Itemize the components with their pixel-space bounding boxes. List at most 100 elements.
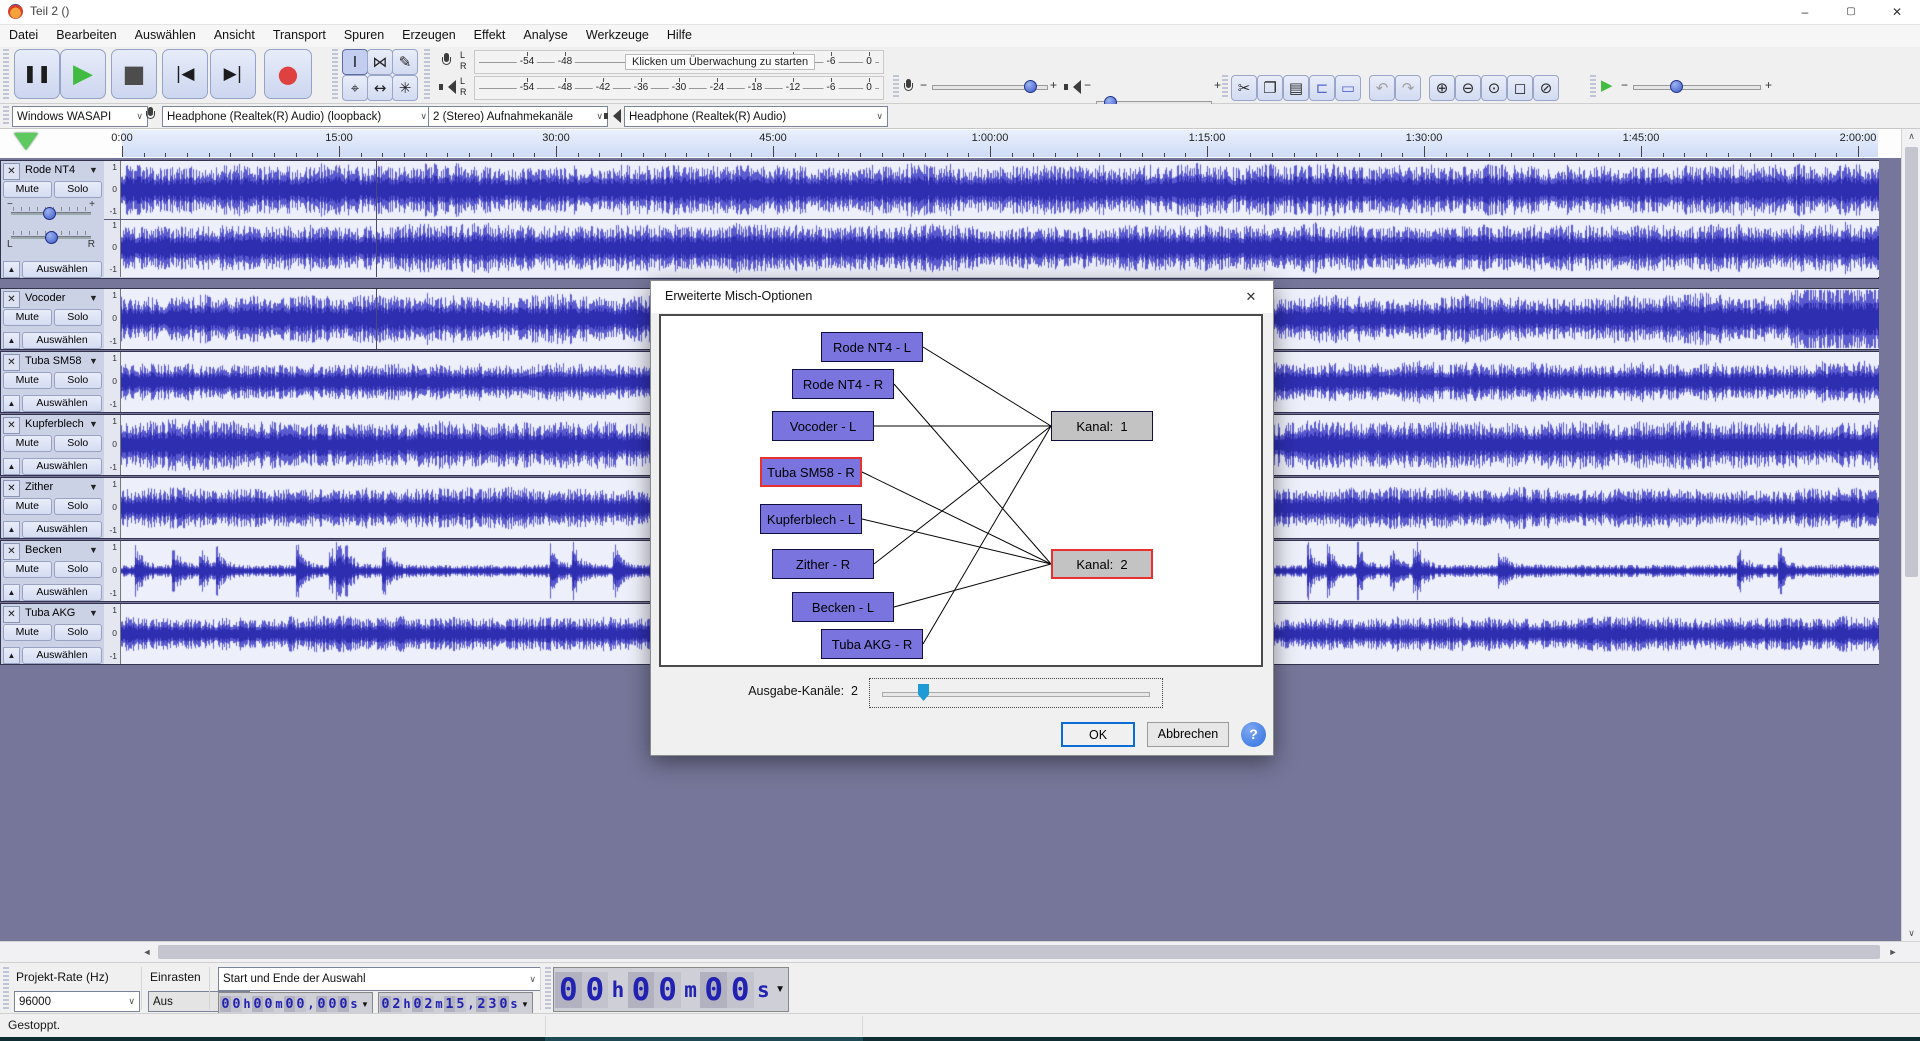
input-box-tuba-sm58-r[interactable]: Tuba SM58 - R: [760, 457, 862, 487]
track-close-button[interactable]: ✕: [3, 354, 20, 371]
input-box-rode-nt4-l[interactable]: Rode NT4 - L: [821, 332, 923, 362]
track-menu-icon[interactable]: ▼: [89, 543, 102, 560]
solo-button[interactable]: Solo: [53, 181, 102, 198]
mute-button[interactable]: Mute: [3, 498, 52, 515]
time-digit[interactable]: 0: [654, 971, 681, 1008]
ok-button[interactable]: OK: [1061, 722, 1135, 747]
track-name[interactable]: Rode NT4: [22, 163, 87, 178]
time-digit[interactable]: s: [349, 997, 359, 1011]
time-digit[interactable]: m: [274, 997, 284, 1011]
waveform[interactable]: [121, 219, 1879, 277]
track-close-button[interactable]: ✕: [3, 543, 20, 560]
vertical-scroll-thumb[interactable]: [1905, 147, 1918, 577]
mute-button[interactable]: Mute: [3, 561, 52, 578]
track-close-button[interactable]: ✕: [3, 291, 20, 308]
menu-spuren[interactable]: Spuren: [335, 25, 393, 45]
silence-audio-button[interactable]: ▭: [1335, 75, 1361, 101]
collapse-button[interactable]: ▲: [3, 332, 20, 349]
time-format-menu-icon[interactable]: ▼: [773, 984, 787, 995]
select-button[interactable]: Auswählen: [22, 584, 102, 601]
scroll-right-icon[interactable]: ►: [1884, 947, 1902, 957]
time-digit[interactable]: 0: [220, 996, 231, 1012]
help-button[interactable]: ?: [1241, 722, 1266, 747]
vertical-ruler[interactable]: 1 0 -1: [104, 161, 121, 219]
time-digit[interactable]: 2: [423, 996, 434, 1012]
time-digit[interactable]: ,: [306, 997, 316, 1011]
dialog-title-bar[interactable]: Erweiterte Misch-Optionen ✕: [651, 281, 1273, 313]
vertical-ruler[interactable]: 1 0 -1: [104, 604, 121, 664]
time-digit[interactable]: 1: [444, 996, 455, 1012]
input-box-vocoder-l[interactable]: Vocoder - L: [772, 411, 874, 441]
time-format-menu-icon[interactable]: ▼: [519, 1000, 531, 1009]
vertical-ruler[interactable]: 1 0 -1: [104, 541, 121, 601]
multi-tool[interactable]: ✳: [392, 75, 418, 101]
play-button[interactable]: ▶: [60, 49, 106, 99]
collapse-button[interactable]: ▲: [3, 521, 20, 538]
time-digit[interactable]: 0: [726, 971, 754, 1008]
device-toolbar-grip[interactable]: [3, 106, 9, 125]
project-rate-dropdown[interactable]: 96000 ∨: [14, 991, 140, 1012]
vertical-scrollbar[interactable]: ∧ ∨: [1901, 129, 1920, 941]
time-digit[interactable]: h: [402, 997, 412, 1011]
track-menu-icon[interactable]: ▼: [89, 291, 102, 308]
track-menu-icon[interactable]: ▼: [89, 417, 102, 434]
mute-button[interactable]: Mute: [3, 181, 52, 198]
time-digit[interactable]: 0: [284, 996, 295, 1012]
recording-channels-dropdown[interactable]: 2 (Stereo) Aufnahmekanäle ∨: [428, 106, 608, 127]
menu-hilfe[interactable]: Hilfe: [658, 25, 701, 45]
time-digit[interactable]: s: [754, 978, 774, 1002]
time-digit[interactable]: m: [681, 978, 701, 1002]
time-digit[interactable]: 0: [498, 996, 509, 1012]
input-box-kupferblech-l[interactable]: Kupferblech - L: [760, 504, 862, 534]
solo-button[interactable]: Solo: [53, 309, 102, 326]
record-volume-slider[interactable]: [932, 78, 1048, 94]
cancel-button[interactable]: Abbrechen: [1147, 722, 1229, 747]
time-digit[interactable]: h: [242, 997, 252, 1011]
solo-button[interactable]: Solo: [53, 498, 102, 515]
menu-transport[interactable]: Transport: [264, 25, 335, 45]
audio-position-display[interactable]: 0 0 h 0 0 m 0 0 s ▼: [553, 967, 789, 1012]
audio-host-dropdown[interactable]: Windows WASAPI ∨: [12, 106, 148, 127]
waveform[interactable]: [121, 161, 1879, 219]
mute-button[interactable]: Mute: [3, 624, 52, 641]
record-button[interactable]: ●: [264, 49, 312, 99]
input-box-tuba-akg-r[interactable]: Tuba AKG - R: [821, 629, 923, 659]
collapse-button[interactable]: ▲: [3, 261, 20, 278]
channel-box-2[interactable]: Kanal: 2: [1051, 549, 1153, 579]
selection-tool[interactable]: I: [342, 49, 368, 75]
scroll-down-icon[interactable]: ∨: [1902, 928, 1920, 939]
collapse-button[interactable]: ▲: [3, 458, 20, 475]
recording-device-dropdown[interactable]: Headphone (Realtek(R) Audio) (loopback) ∨: [162, 106, 432, 127]
edit-toolbar-grip[interactable]: [1222, 75, 1228, 99]
skip-start-button[interactable]: |◀: [162, 49, 208, 99]
track-menu-icon[interactable]: ▼: [89, 354, 102, 371]
menu-datei[interactable]: Datei: [0, 25, 47, 45]
time-digit[interactable]: 0: [338, 996, 349, 1012]
track-menu-icon[interactable]: ▼: [89, 163, 102, 180]
tools-toolbar-grip[interactable]: [332, 49, 338, 101]
time-digit[interactable]: 0: [380, 996, 391, 1012]
time-digit[interactable]: 0: [555, 971, 582, 1008]
zoom-tool[interactable]: ⌖: [342, 75, 368, 101]
track-name[interactable]: Zither: [22, 480, 87, 495]
time-digit[interactable]: 0: [252, 996, 263, 1012]
zoom-out-button[interactable]: ⊖: [1455, 75, 1481, 101]
trim-audio-button[interactable]: ⊏: [1309, 75, 1335, 101]
track-menu-icon[interactable]: ▼: [89, 606, 102, 623]
time-digit[interactable]: ,: [466, 997, 476, 1011]
input-box-rode-nt4-r[interactable]: Rode NT4 - R: [792, 369, 894, 399]
pan-slider[interactable]: LR: [7, 225, 95, 250]
time-digit[interactable]: 0: [700, 971, 727, 1008]
time-digit[interactable]: 0: [263, 996, 274, 1012]
time-digit[interactable]: 0: [295, 996, 306, 1012]
zoom-fit-button[interactable]: ◻: [1507, 75, 1533, 101]
select-button[interactable]: Auswählen: [22, 332, 102, 349]
time-digit[interactable]: 0: [327, 996, 338, 1012]
clip-boundary[interactable]: [376, 289, 377, 349]
mute-button[interactable]: Mute: [3, 435, 52, 452]
menu-analyse[interactable]: Analyse: [514, 25, 576, 45]
time-digit[interactable]: 0: [581, 971, 609, 1008]
play-speed-slider[interactable]: [1633, 78, 1761, 94]
mute-button[interactable]: Mute: [3, 372, 52, 389]
vertical-ruler[interactable]: 1 0 -1: [104, 415, 121, 475]
